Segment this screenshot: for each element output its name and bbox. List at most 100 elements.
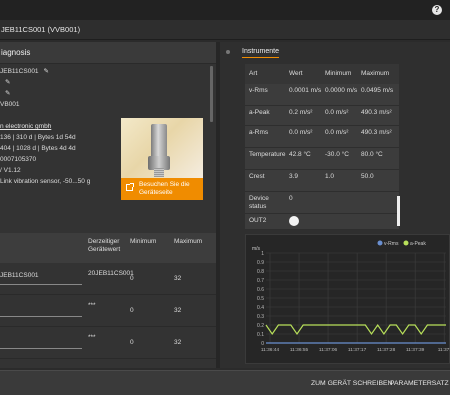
- y-tick-label: 0.5: [257, 296, 264, 302]
- info-row: n electronic gmbh: [0, 121, 118, 132]
- info-row: 136 | 310 d | Bytes 1d 54d: [0, 132, 118, 143]
- help-icon[interactable]: ?: [432, 5, 442, 15]
- info-value: 0007105370: [0, 156, 37, 163]
- legend-label: a-Peak: [410, 241, 426, 247]
- trend-chart: m/s 1 0.9 0.8 0.7 0.6 0.5 0.4 0.3 0.2 0.1 0 11:36:44…: [245, 234, 450, 364]
- cell-art: v-Rms: [249, 87, 268, 94]
- visit-device-page-label: Besuchen Sie die Geräteseite: [139, 181, 190, 196]
- visit-device-page-button[interactable]: Besuchen Sie die Geräteseite: [121, 178, 203, 200]
- parameter-input[interactable]: [0, 301, 82, 317]
- table-row: Device status 0: [245, 192, 399, 214]
- parameter-input[interactable]: [0, 333, 82, 349]
- minimum-value: 0: [130, 275, 134, 282]
- top-bar: ?: [0, 0, 450, 20]
- minimum-value: 0: [130, 339, 134, 346]
- series-line-a-peak: [265, 323, 446, 336]
- table-row: a-Peak 0.2 m/s² 0.0 m/s² 490.3 m/s²: [245, 106, 399, 126]
- y-tick-label: 0.9: [257, 260, 264, 266]
- cell-max: 0.0495 m/s: [361, 87, 394, 94]
- y-tick-label: 0.4: [257, 305, 264, 311]
- instruments-table: Art Wert Minimum Maximum v-Rms 0.0001 m/s 0.00…: [245, 64, 399, 230]
- panel-title: iagnosis: [0, 42, 216, 64]
- info-row: VB001: [0, 99, 118, 110]
- table-row: *** 0 32: [0, 327, 216, 359]
- info-row: / V1.12: [0, 165, 118, 176]
- info-row: JEB11CS001 ✎: [0, 66, 118, 77]
- x-tick-label: 11:37:06: [319, 347, 338, 353]
- column-header-current: Derzeitiger Gerätewert: [88, 238, 121, 253]
- info-value: / V1.12: [0, 167, 21, 174]
- table-header: Derzeitiger Gerätewert Minimum Maximum: [0, 233, 216, 263]
- device-info-list: JEB11CS001 ✎ ✎ ✎ VB001 n electronic gmbh 136 |…: [0, 66, 118, 187]
- info-row: 0007105370: [0, 154, 118, 165]
- maximum-value: 32: [174, 339, 182, 346]
- breadcrumb: JEB11CS001 (VVB001): [0, 20, 450, 40]
- y-tick-label: 0.3: [257, 314, 264, 320]
- cell-art: a-Rms: [249, 129, 269, 136]
- cell-wert: 0: [289, 195, 293, 202]
- scrollbar[interactable]: [397, 196, 400, 226]
- info-row: ✎: [0, 77, 118, 88]
- out2-toggle[interactable]: [289, 216, 299, 226]
- edit-pencil-icon[interactable]: ✎: [5, 88, 10, 99]
- column-header: Maximum: [361, 70, 390, 77]
- legend-marker: [377, 240, 383, 246]
- y-tick-label: 0.6: [257, 287, 264, 293]
- info-value: Link vibration sensor, -50...50 g: [0, 178, 91, 185]
- y-tick-label: 0: [261, 341, 264, 347]
- device-thumbnail: Besuchen Sie die Geräteseite: [121, 118, 203, 200]
- y-tick-label: 0.1: [257, 332, 264, 338]
- edit-pencil-icon[interactable]: ✎: [44, 66, 49, 77]
- info-value: JEB11CS001: [0, 68, 39, 75]
- cell-art: a-Peak: [249, 109, 270, 116]
- y-tick-label: 1: [261, 251, 264, 257]
- column-header: Minimum: [325, 70, 352, 77]
- table-row: *** 0 32: [0, 295, 216, 327]
- table-row: OUT2: [245, 214, 399, 230]
- y-axis-label: m/s: [252, 246, 261, 252]
- table-row: a-Rms 0.0 m/s² 0.0 m/s² 490.3 m/s²: [245, 126, 399, 148]
- info-value[interactable]: n electronic gmbh: [0, 123, 51, 130]
- bottom-action-bar: ZUM GERÄT SCHREIBEN PARAMETERSATZ SPE: [0, 370, 450, 395]
- parameter-input[interactable]: JEB11CS001: [0, 269, 82, 285]
- table-row: Temperature 42.8 °C -30.0 °C 80.0 °C: [245, 148, 399, 170]
- cell-min: 1.0: [325, 173, 335, 180]
- info-row: [0, 110, 118, 121]
- table-row: JEB11CS001 20JEB11CS001 0 32: [0, 263, 216, 295]
- scrollbar[interactable]: [210, 66, 213, 122]
- write-to-device-button[interactable]: ZUM GERÄT SCHREIBEN: [311, 371, 392, 395]
- tab-instrumente[interactable]: Instrumente: [242, 48, 279, 58]
- current-value: ***: [88, 334, 96, 341]
- x-tick-label: 11:36:44: [261, 347, 280, 353]
- x-tick-label: 11:37:17: [348, 347, 367, 353]
- column-header: Wert: [289, 70, 303, 77]
- instruments-panel: Instrumente Art Wert Minimum Maximum v-Rms 0.…: [220, 42, 450, 368]
- parameter-set-button[interactable]: PARAMETERSATZ SPE: [390, 371, 450, 395]
- y-tick-label: 0.2: [257, 323, 264, 329]
- cell-wert: 0.0 m/s²: [289, 129, 313, 136]
- table-row: Crest 3.9 1.0 50.0: [245, 170, 399, 192]
- cell-min: -30.0 °C: [325, 151, 349, 158]
- info-row: ✎: [0, 88, 118, 99]
- minimum-value: 0: [130, 307, 134, 314]
- info-value: VB001: [0, 101, 20, 108]
- cell-art: Crest: [249, 173, 265, 180]
- x-tick-label: 11:37:39: [406, 347, 425, 353]
- cell-min: 0.0000 m/s: [325, 87, 358, 94]
- edit-pencil-icon[interactable]: ✎: [5, 77, 10, 88]
- column-header: Art: [249, 70, 258, 77]
- legend-marker: [403, 240, 409, 246]
- chart-svg: m/s1 0.9 0.8 0.7 0.6 0.5 0.4 0.3 0.2 0.1 011:36:44…: [252, 240, 450, 353]
- cell-wert: 42.8 °C: [289, 151, 311, 158]
- cell-max: 50.0: [361, 173, 374, 180]
- table-header: Art Wert Minimum Maximum: [245, 64, 399, 84]
- external-link-icon: [126, 183, 134, 191]
- legend-label: v-Rms: [384, 241, 399, 247]
- cell-art: Device status: [249, 195, 269, 210]
- maximum-value: 32: [174, 307, 182, 314]
- y-tick-label: 0.8: [257, 269, 264, 275]
- drag-handle-icon[interactable]: [226, 50, 230, 54]
- cell-wert: 0.2 m/s²: [289, 109, 313, 116]
- current-value: ***: [88, 302, 96, 309]
- info-value: 136 | 310 d | Bytes 1d 54d: [0, 134, 76, 141]
